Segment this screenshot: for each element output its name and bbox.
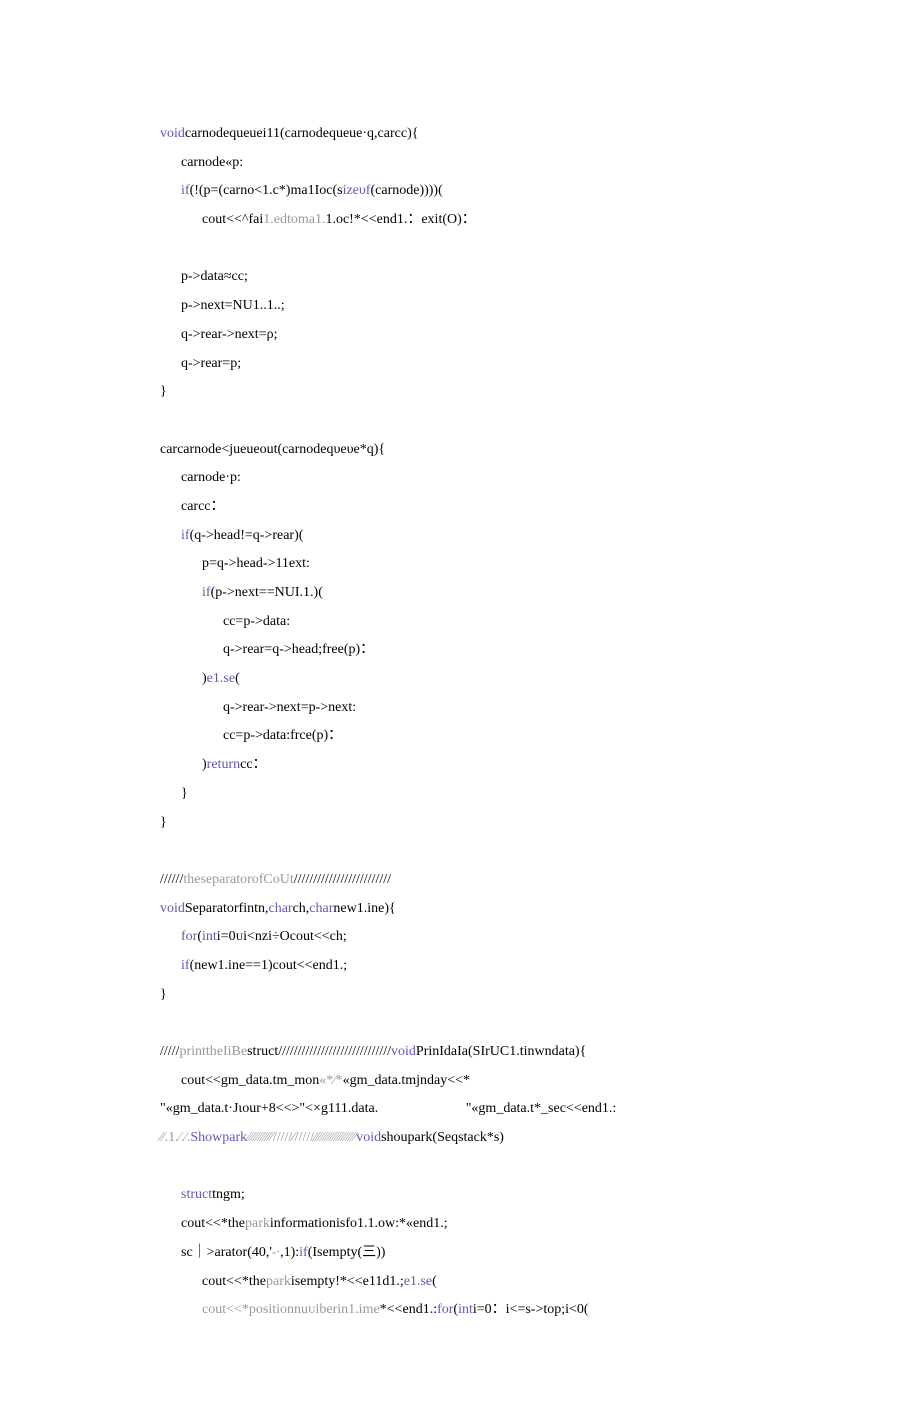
code-line	[160, 1153, 760, 1182]
code-line: voidcarnodequeuei11(carnodequeue·q,carcc…	[160, 120, 760, 149]
code-line: }	[160, 809, 760, 838]
code-line	[160, 407, 760, 436]
code-line	[160, 837, 760, 866]
code-line: sc｜>arator(40,'-∙,1):if(Isempty(三))	[160, 1239, 760, 1268]
code-line: p=q->head->11ext:	[160, 550, 760, 579]
code-line: cout<<*theparkisempty!*<<e11d1.;e1.se(	[160, 1268, 760, 1297]
code-line: cout<<*theparkinformationisfo1.1.ow:*«en…	[160, 1210, 760, 1239]
code-line: )e1.se(	[160, 665, 760, 694]
code-line: )returncc：	[160, 751, 760, 780]
code-line: cout<<*positionnuᴜiberin1.ime*<<end1.:fo…	[160, 1296, 760, 1325]
code-line: carnode·p:	[160, 464, 760, 493]
code-line: structtngm;	[160, 1181, 760, 1210]
code-line: if(!(p=(carno<1.c*)ma1Ioc(sizeυf(carnode…	[160, 177, 760, 206]
code-line: if(new1.ine==1)cout<<end1.;	[160, 952, 760, 981]
code-line: carnode«p:	[160, 149, 760, 178]
code-line: "«gm_data.t·Jιour+8<<>"<×g111.data. "«gm…	[160, 1095, 760, 1124]
code-line: if(q->head!=q->rear)(	[160, 522, 760, 551]
code-line: carcc：	[160, 493, 760, 522]
code-line: }	[160, 981, 760, 1010]
code-line: }	[160, 780, 760, 809]
code-line: //////theseparatorofCoUt////////////////…	[160, 866, 760, 895]
code-line: }	[160, 378, 760, 407]
code-line: cc=p->data:	[160, 608, 760, 637]
code-line: q->rear=q->head;free(p)：	[160, 636, 760, 665]
code-line: voidSeparatorfintn,charch,charnew1.ine){	[160, 895, 760, 924]
code-line: q->rear->next=ρ;	[160, 321, 760, 350]
code-line: cout<<gm_data.tm_mon«*⁄*«gm_data.tmjnday…	[160, 1067, 760, 1096]
code-line: cc=p->data:frce(p)：	[160, 722, 760, 751]
code-line: if(p->next==NUI.1.)(	[160, 579, 760, 608]
code-line: p->data≈cc;	[160, 263, 760, 292]
code-line: for(inti=0ᴜi<nzi÷Ocout<<ch;	[160, 923, 760, 952]
code-line: ∕∕.1.∕.∕.Showpark∕∕∕∕∕∕∕∕∕∕∕/////∕/////∕…	[160, 1124, 760, 1153]
code-line: q->rear=p;	[160, 350, 760, 379]
code-line: p->next=NU1..1..;	[160, 292, 760, 321]
code-line: q->rear->next=p->next:	[160, 694, 760, 723]
code-line	[160, 235, 760, 264]
code-line: /////printtheIiBestruct/////////////////…	[160, 1038, 760, 1067]
code-block: voidcarnodequeuei11(carnodequeue·q,carcc…	[160, 120, 760, 1325]
code-line: cout<<^fai1.edtoma1.1.oc!*<<end1.：exit(O…	[160, 206, 760, 235]
code-line	[160, 1009, 760, 1038]
code-line: carcarnode<jueueout(carnodeqυeυe*q){	[160, 436, 760, 465]
